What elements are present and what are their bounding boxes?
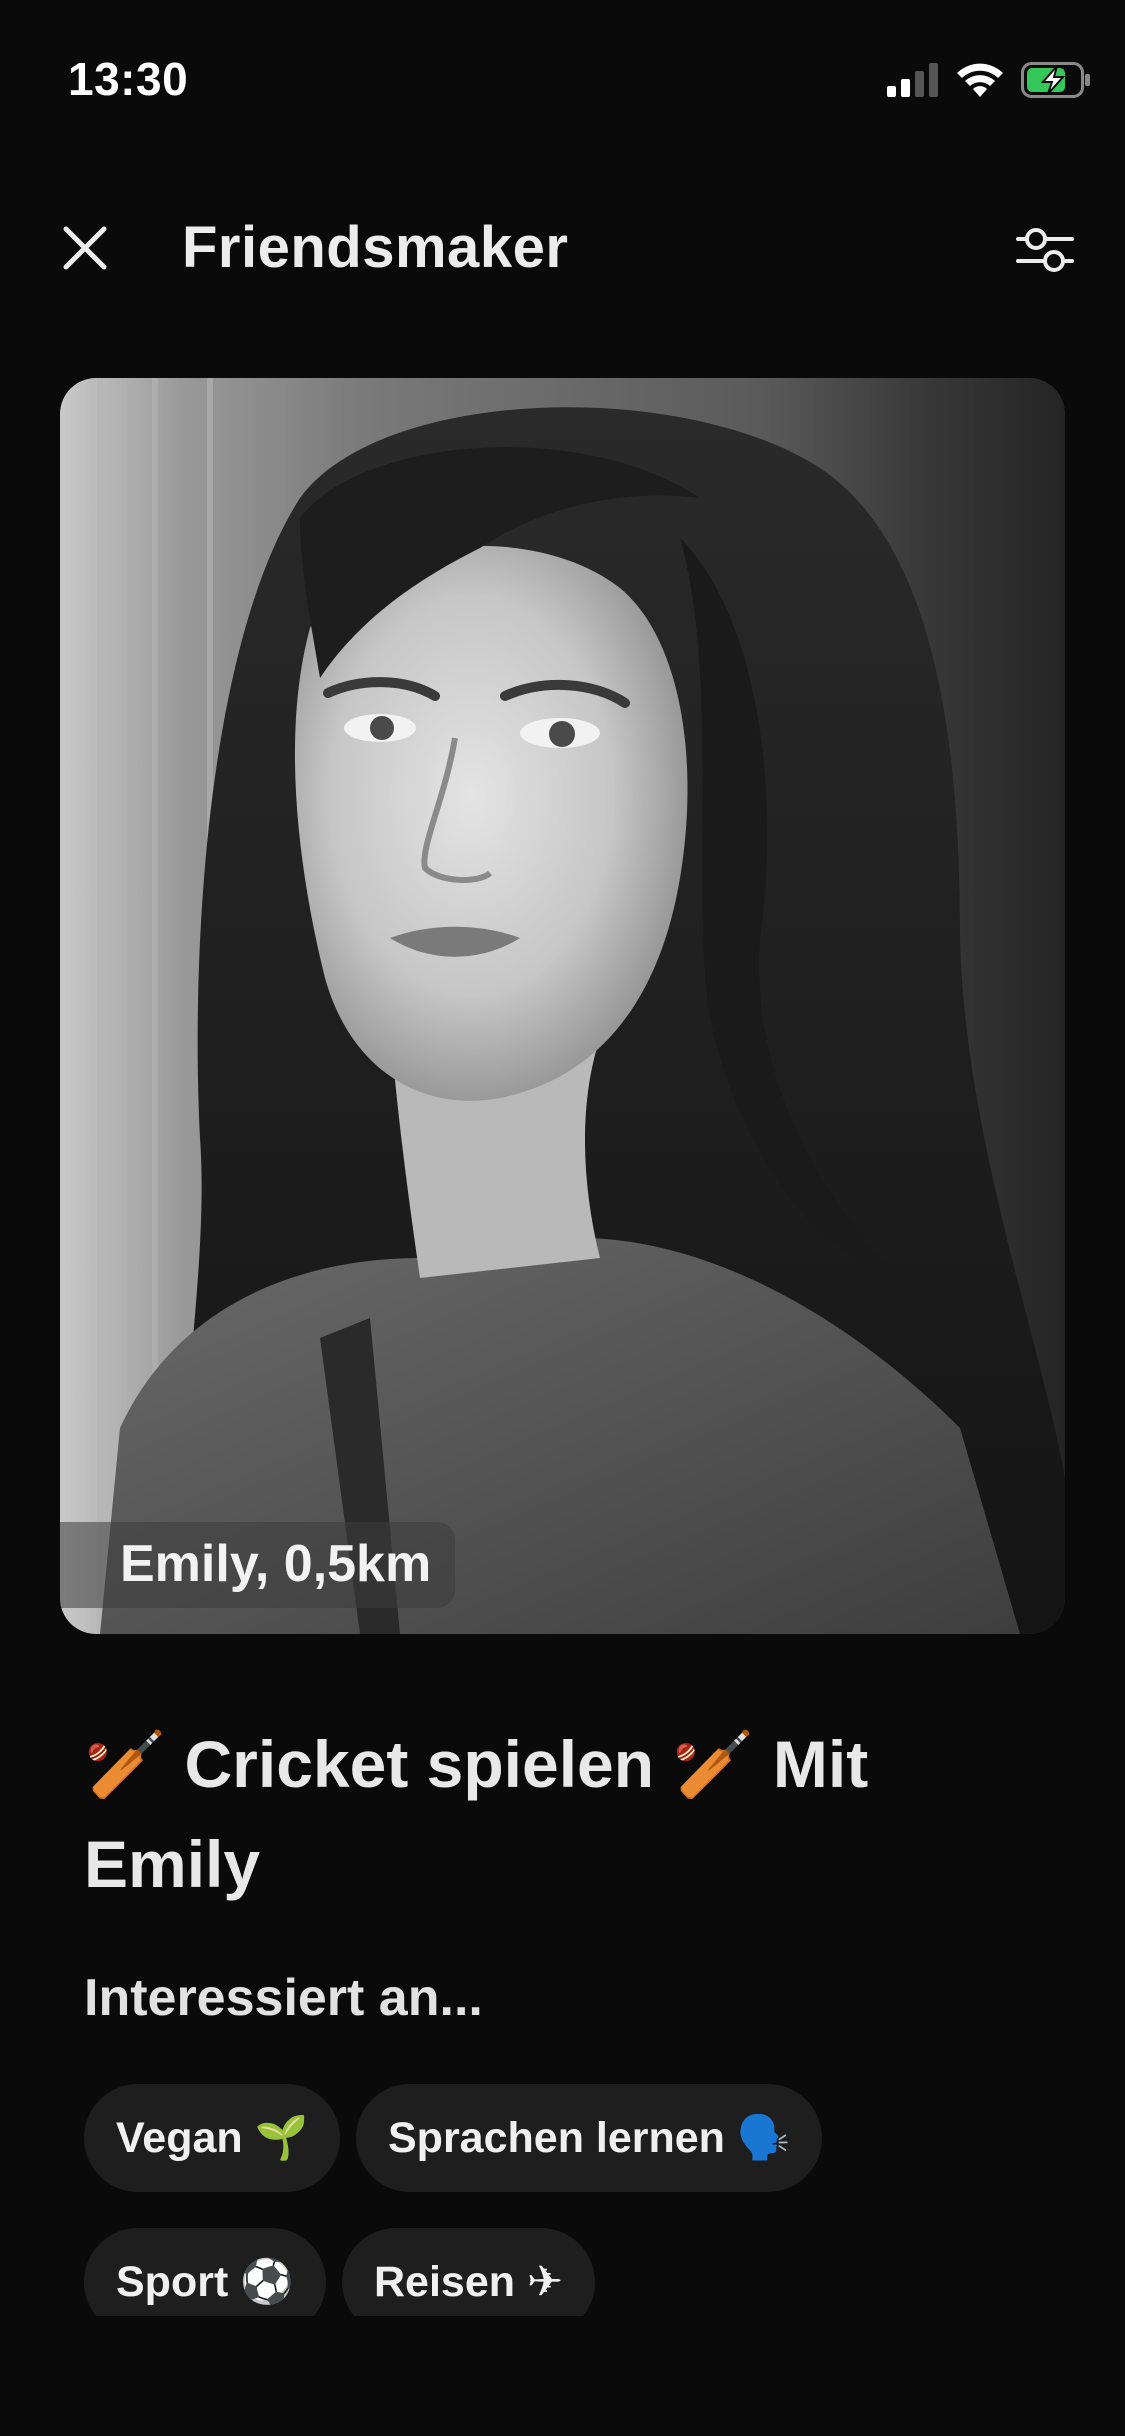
interests-heading: Interessiert an... (84, 1969, 483, 2027)
close-icon (62, 225, 108, 276)
app-header: Friendsmaker (0, 200, 1125, 290)
close-button[interactable] (50, 215, 120, 285)
interest-chip-sport[interactable]: Sport ⚽ (84, 2228, 326, 2316)
battery-charging-icon (1021, 62, 1091, 98)
interest-chip-travel[interactable]: Reisen ✈ (342, 2228, 595, 2316)
interest-chip-vegan[interactable]: Vegan 🌱 (84, 2084, 341, 2192)
cellular-signal-icon (887, 63, 939, 97)
sliders-filter-icon (1016, 225, 1074, 280)
status-icons (887, 58, 1091, 102)
interest-chip-languages[interactable]: Sprachen lernen 🗣️ (356, 2084, 823, 2192)
status-time: 13:30 (68, 53, 189, 105)
activity-title: 🏏 Cricket spielen 🏏 Mit Emily (84, 1727, 869, 1901)
profile-name-distance: Emily, 0,5km (60, 1522, 456, 1608)
profile-photo (60, 378, 1065, 1634)
interest-chips: Vegan 🌱 Sprachen lernen 🗣️ Sport ⚽ Reise… (84, 2084, 1064, 2316)
filter-button[interactable] (1005, 212, 1085, 292)
profile-photo-card[interactable]: Emily, 0,5km (60, 378, 1065, 1634)
page-title: Friendsmaker (182, 215, 569, 280)
wifi-icon (957, 63, 1003, 97)
status-bar: 13:30 (0, 0, 1125, 150)
